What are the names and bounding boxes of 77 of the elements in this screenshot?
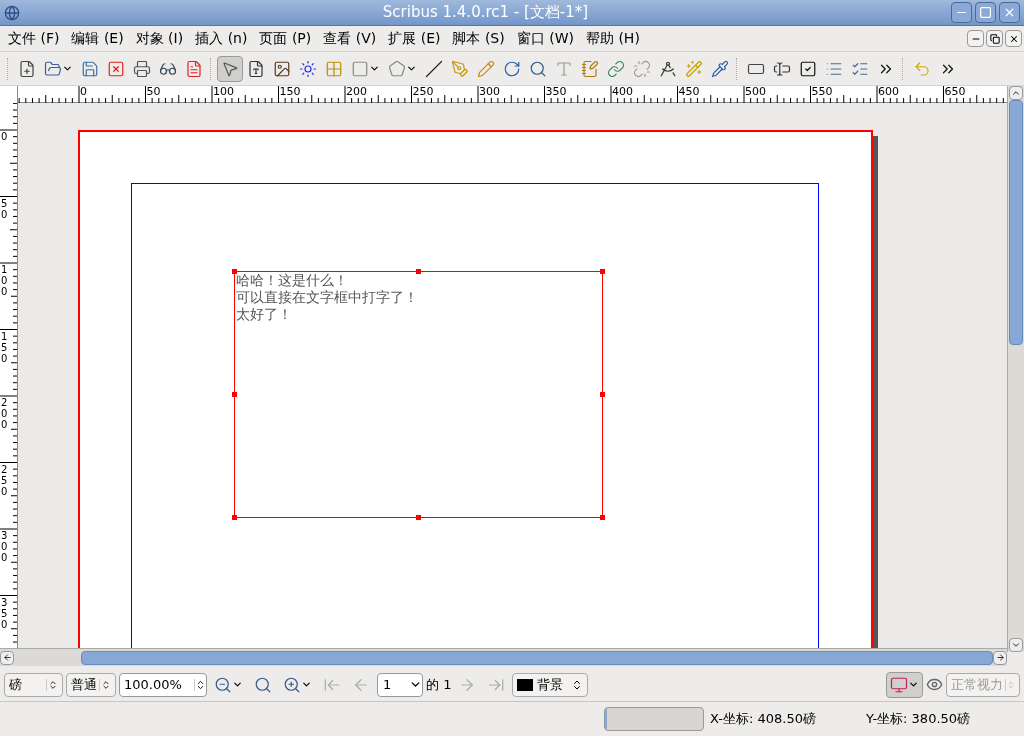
- document-minimize-button[interactable]: [967, 30, 984, 47]
- scroll-down-icon[interactable]: [1011, 640, 1021, 650]
- resize-handle[interactable]: [600, 392, 605, 397]
- maximize-icon: [979, 6, 992, 19]
- menu-item[interactable]: 查看 (V): [317, 28, 383, 49]
- text-line: 哈哈！这是什么！: [236, 272, 348, 289]
- resize-handle[interactable]: [232, 392, 237, 397]
- ruler-label: 350: [1, 596, 11, 630]
- ruler-label: 350: [545, 86, 568, 98]
- restore-icon: [989, 33, 1000, 44]
- scrollbar-thumb[interactable]: [81, 650, 993, 665]
- spin-arrows-icon: [46, 678, 58, 691]
- menu-item[interactable]: 帮助 (H): [579, 28, 646, 49]
- ruler-label: 600: [878, 86, 900, 98]
- eye-icon: [926, 676, 943, 693]
- zoom-field[interactable]: 100.00%: [119, 672, 207, 697]
- ruler-label: 100: [213, 86, 235, 98]
- vertical-scrollbar[interactable]: [1007, 86, 1024, 652]
- menu-item[interactable]: 扩展 (E): [382, 28, 447, 49]
- resize-handle[interactable]: [416, 515, 421, 520]
- menu-item[interactable]: 插入 (n): [189, 28, 254, 49]
- menu-item[interactable]: 文件 (F): [2, 28, 66, 49]
- menu-item[interactable]: 对象 (I): [129, 28, 190, 49]
- document-close-button[interactable]: [1005, 30, 1022, 47]
- resize-handle[interactable]: [600, 515, 605, 520]
- minimize-button[interactable]: [951, 2, 972, 23]
- resize-handle[interactable]: [232, 269, 237, 274]
- menu-item[interactable]: 脚本 (S): [446, 28, 511, 49]
- ruler-label: 300: [1, 530, 11, 563]
- page-select[interactable]: 1: [377, 672, 423, 697]
- scroll-up-icon[interactable]: [1011, 88, 1021, 98]
- ruler-label: 550: [811, 86, 834, 98]
- ruler-label: 0: [80, 86, 88, 98]
- ruler-label: 450: [678, 86, 701, 98]
- layer-select[interactable]: 背景: [512, 672, 589, 697]
- scrollbar-thumb[interactable]: [1009, 100, 1023, 345]
- horizontal-scrollbar[interactable]: [0, 648, 1007, 666]
- spin-arrows-icon: [99, 678, 111, 691]
- window-title: Scribus 1.4.0.rc1 - [文档-1*]: [381, 2, 590, 24]
- ruler-label: 100: [1, 264, 11, 297]
- y-coordinate: Y-坐标: 380.50磅: [866, 710, 971, 729]
- text-line: 可以直接在文字框中打字了！: [236, 289, 418, 306]
- ruler-label: 300: [479, 86, 501, 98]
- document-restore-button[interactable]: [986, 30, 1003, 47]
- text-line: 太好了！: [236, 306, 292, 323]
- menu-item[interactable]: 编辑 (E): [65, 28, 130, 49]
- ruler-label: 250: [412, 86, 435, 98]
- ruler-label: 200: [1, 397, 11, 430]
- ruler-label: 500: [745, 86, 767, 98]
- ruler-label: 150: [1, 330, 11, 364]
- maximize-button[interactable]: [975, 2, 996, 23]
- close-button[interactable]: [999, 2, 1020, 23]
- menu-item[interactable]: 页面 (P): [253, 28, 318, 49]
- scroll-left-icon[interactable]: [2, 653, 12, 662]
- x-coordinate: X-坐标: 408.50磅: [710, 710, 817, 729]
- ruler-label: 50: [146, 86, 162, 98]
- menu-item[interactable]: 窗口 (W): [510, 28, 580, 49]
- app-logo-icon: [4, 4, 20, 21]
- color-display-icon[interactable]: [886, 671, 923, 698]
- page-count-label: 的 1: [426, 675, 452, 694]
- ruler-label: 650: [944, 86, 967, 98]
- spin-arrows-icon: [1005, 678, 1015, 691]
- ruler-label: 200: [346, 86, 368, 98]
- ruler-label: 150: [279, 86, 302, 98]
- resize-handle[interactable]: [416, 269, 421, 274]
- resize-handle[interactable]: [232, 515, 237, 520]
- ruler-label: 400: [612, 86, 634, 98]
- spin-arrows-icon: [194, 678, 206, 691]
- unit-select[interactable]: 磅: [4, 672, 63, 697]
- close-icon: [1008, 33, 1019, 44]
- text-frame[interactable]: 哈哈！这是什么！ 可以直接在文字框中打字了！ 太好了！: [234, 271, 603, 518]
- resize-handle[interactable]: [600, 269, 605, 274]
- quality-select[interactable]: 普通: [66, 672, 116, 697]
- ruler-label: 250: [1, 463, 11, 497]
- select-tool-icon[interactable]: [217, 55, 243, 82]
- scroll-right-icon[interactable]: [995, 653, 1005, 662]
- close-icon: [1003, 6, 1016, 19]
